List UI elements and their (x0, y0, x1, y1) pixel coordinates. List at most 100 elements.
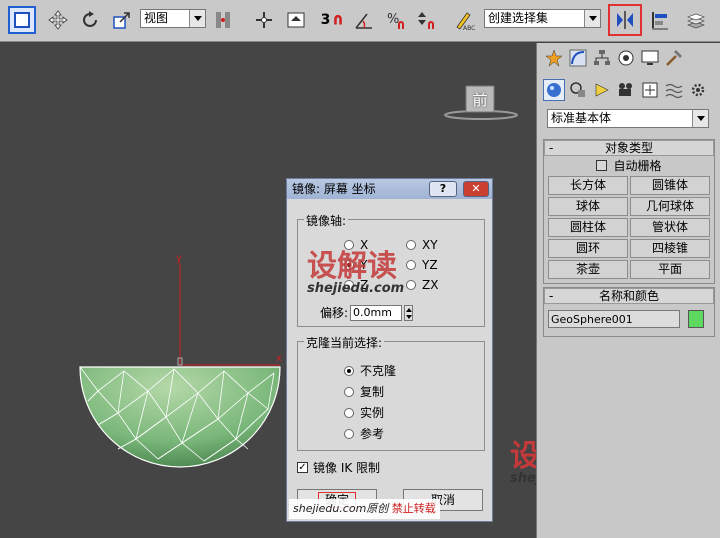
object-type-button[interactable]: 平面 (630, 260, 710, 279)
instance-radio[interactable]: 实例 (344, 404, 384, 421)
helpers-category-button[interactable] (639, 79, 661, 101)
offset-row: 偏移: (320, 304, 414, 321)
watermark-url: shejiedu.com (510, 471, 536, 486)
motion-icon (618, 50, 634, 66)
hierarchy-icon (594, 50, 610, 65)
caption-watermark: shejiedu.com原创 禁止转载 (289, 499, 440, 519)
object-type-button[interactable]: 几何球体 (630, 197, 710, 216)
offset-field[interactable] (350, 304, 403, 321)
offset-spinner[interactable] (404, 304, 414, 321)
close-button[interactable]: ✕ (463, 181, 489, 197)
layer-manager-button[interactable] (682, 6, 710, 34)
display-tab[interactable] (639, 47, 661, 69)
object-type-button[interactable]: 茶壶 (548, 260, 628, 279)
hierarchy-tab[interactable] (591, 47, 613, 69)
object-type-button[interactable]: 圆锥体 (630, 176, 710, 195)
angle-snap-button[interactable] (350, 6, 378, 34)
svg-text:ABC: ABC (463, 25, 475, 31)
dialog-watermark-logo: 设解读 (307, 249, 397, 284)
select-manipulate-button[interactable] (250, 6, 278, 34)
align-button[interactable] (646, 6, 674, 34)
create-tab[interactable] (543, 47, 565, 69)
object-type-button[interactable]: 球体 (548, 197, 628, 216)
radio-indicator (406, 240, 416, 250)
reference-radio[interactable]: 参考 (344, 425, 384, 442)
geometry-type-combo[interactable]: 标准基本体 (547, 109, 709, 128)
sphere-icon (547, 83, 561, 97)
name-color-title: 名称和颜色 (598, 289, 659, 303)
snaps-toggle-button[interactable]: 3 (318, 6, 348, 34)
mirror-ik-row: ✓ 镜像 IK 限制 (297, 459, 380, 476)
magnet-icon (334, 14, 343, 25)
rotate-icon (83, 11, 97, 27)
snap-dimension-label: 3 (320, 12, 331, 28)
named-selection-icon: ABC (456, 12, 475, 31)
utilities-tab[interactable] (663, 47, 685, 69)
edit-named-selection-button[interactable]: ABC (450, 6, 478, 34)
axis-yz-radio[interactable]: YZ (406, 258, 438, 272)
shapes-icon (570, 82, 585, 97)
copy-label: 复制 (360, 385, 385, 399)
no-clone-label: 不克隆 (360, 364, 397, 378)
help-button[interactable]: ? (429, 181, 457, 197)
named-selection-sets-combo[interactable]: 创建选择集 (484, 9, 601, 28)
mirror-ik-checkbox[interactable]: ✓ (297, 462, 308, 473)
object-name-field[interactable] (548, 310, 680, 328)
copy-radio[interactable]: 复制 (344, 383, 384, 400)
spinner-snap-button[interactable] (412, 6, 440, 34)
modify-tab[interactable] (567, 47, 589, 69)
spinner-snap-icon (418, 12, 434, 29)
select-region-icon (14, 12, 30, 28)
radio-indicator (406, 280, 416, 290)
spacewarps-category-button[interactable] (663, 79, 685, 101)
spinner-up-icon (406, 307, 413, 312)
spacewarp-icon (665, 83, 683, 99)
select-object-button[interactable] (8, 6, 36, 34)
caption-suffix: 禁止转载 (391, 502, 436, 515)
name-color-rollout: - 名称和颜色 (543, 287, 715, 337)
motion-tab[interactable] (615, 47, 637, 69)
autogrid-checkbox[interactable] (596, 159, 608, 171)
select-rotate-button[interactable] (76, 6, 104, 34)
name-color-rollout-header[interactable]: - 名称和颜色 (544, 288, 714, 304)
align-icon (652, 12, 668, 30)
shapes-category-button[interactable] (567, 79, 589, 101)
cameras-category-button[interactable] (615, 79, 637, 101)
dialog-title-bar[interactable]: 镜像: 屏幕 坐标 ? ✕ (287, 179, 492, 199)
geometry-category-button[interactable] (543, 79, 565, 101)
geosphere-object[interactable] (78, 365, 282, 471)
systems-category-button[interactable] (687, 79, 709, 101)
object-type-rollout-header[interactable]: - 对象类型 (544, 140, 714, 156)
percent-snap-button[interactable]: % (382, 6, 410, 34)
manipulate-icon (256, 12, 272, 28)
percent-snap-icon: % (387, 12, 404, 29)
select-move-button[interactable] (44, 6, 72, 34)
scale-icon (113, 12, 130, 29)
mirror-dialog: 镜像: 屏幕 坐标 ? ✕ 镜像轴: X Y Z XY YZ ZX 偏移: 设解… (286, 178, 493, 522)
gizmo-y-label: y (176, 253, 182, 264)
display-monitor-icon (641, 50, 659, 65)
lights-category-button[interactable] (591, 79, 613, 101)
mirror-button[interactable] (608, 4, 642, 36)
object-type-button[interactable]: 长方体 (548, 176, 628, 195)
select-scale-button[interactable] (108, 6, 136, 34)
object-type-button[interactable]: 四棱锥 (630, 239, 710, 258)
camera-icon (619, 83, 632, 96)
collapse-minus-icon: - (549, 141, 554, 155)
main-toolbar: 视图 3 % ABC 创建选择集 (0, 0, 720, 42)
reference-coordinate-combo[interactable]: 视图 (140, 9, 206, 28)
object-type-button[interactable]: 管状体 (630, 218, 710, 237)
reference-coordinate-value: 视图 (144, 11, 169, 25)
object-color-swatch[interactable] (688, 310, 704, 328)
axis-zx-radio[interactable]: ZX (406, 278, 438, 292)
axis-xy-radio[interactable]: XY (406, 238, 438, 252)
object-type-button[interactable]: 圆柱体 (548, 218, 628, 237)
radio-indicator (406, 260, 416, 270)
layers-icon (687, 13, 705, 29)
radio-indicator (344, 386, 354, 397)
keyboard-shortcut-override-button[interactable] (282, 6, 310, 34)
pivot-center-button[interactable] (210, 6, 238, 34)
no-clone-radio[interactable]: 不克隆 (344, 362, 396, 379)
gizmo-x-label: x (276, 353, 282, 364)
object-type-button[interactable]: 圆环 (548, 239, 628, 258)
